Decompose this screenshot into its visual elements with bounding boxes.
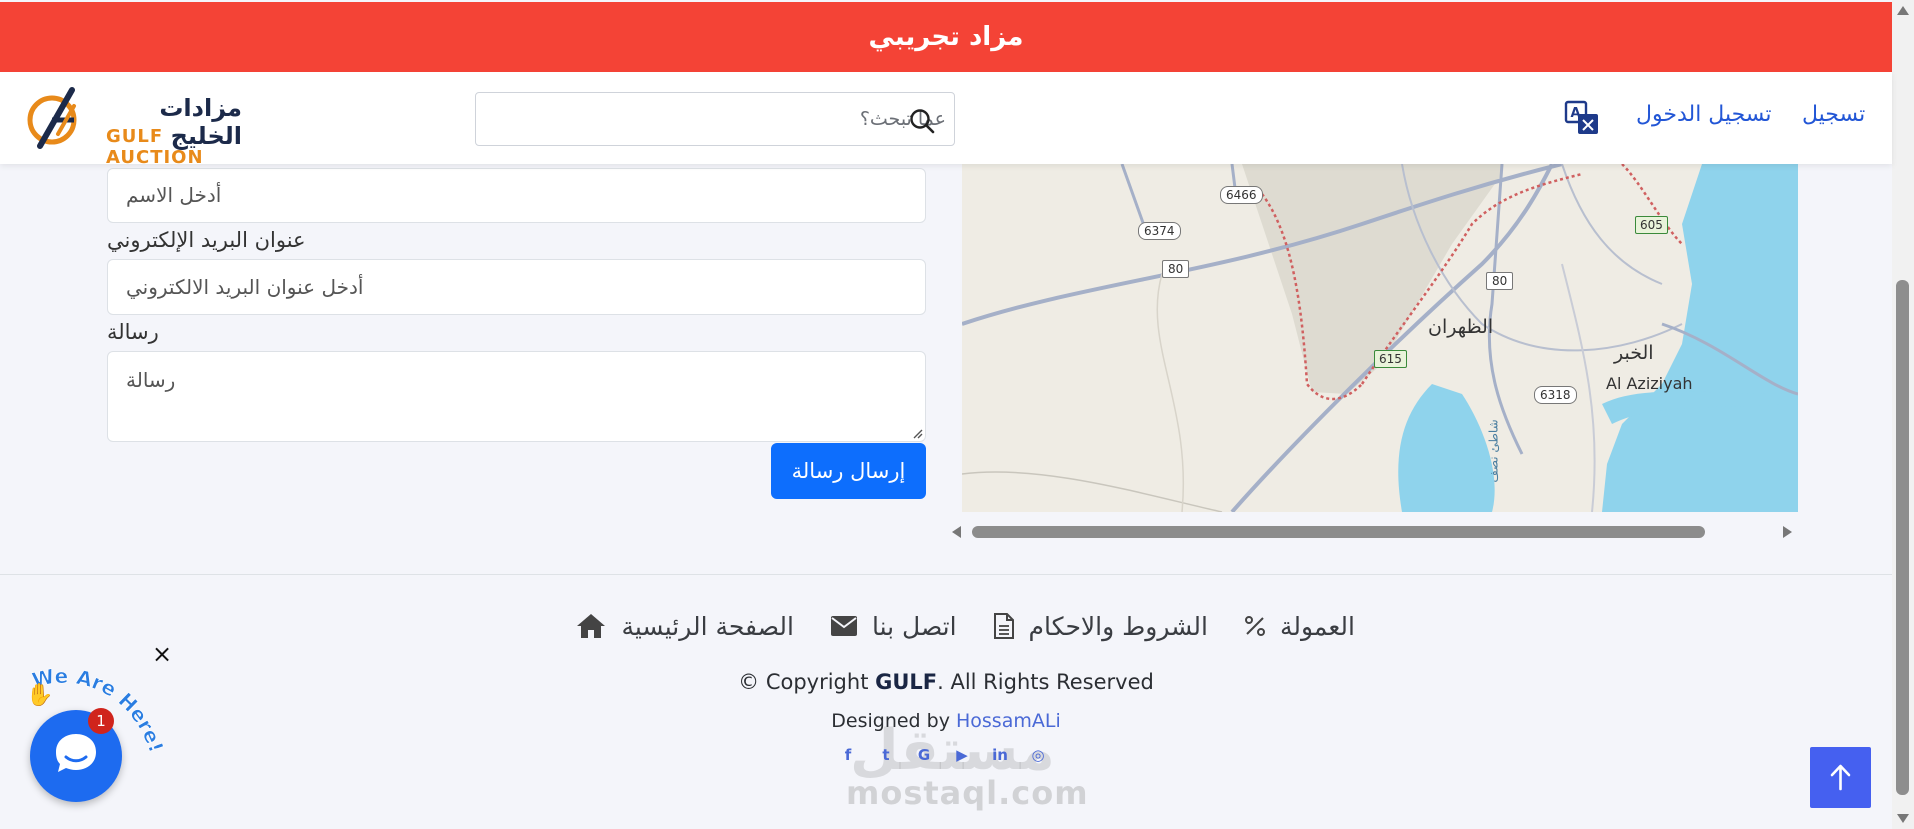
email-label: عنوان البريد الإلكتروني [107,228,306,252]
road-shield: 80 [1486,272,1514,290]
top-banner: مزاد تجريبي [0,2,1892,72]
map-label-aziziyah: Al Aziziyah [1606,374,1693,393]
copyright-suffix: . All Rights Reserved [937,670,1154,694]
translate-icon[interactable]: A [1564,100,1600,136]
message-label: رسالة [107,320,159,344]
map-label-shore: شاطئ نصف [1486,419,1501,483]
scroll-left-icon[interactable] [952,526,961,538]
footer-label-home: الصفحة الرئيسية [621,611,794,641]
footer-link-terms[interactable]: الشروط والاحكام [993,612,1208,641]
map-label-khobar: الخبر [1614,342,1654,364]
copyright-text: © Copyright GULF. All Rights Reserved [0,670,1892,694]
message-textarea[interactable]: رسالة [107,351,926,442]
name-field[interactable]: أدخل الاسم [107,168,926,223]
chat-close-icon[interactable]: × [152,640,172,668]
arrow-up-icon [1830,764,1851,791]
copyright-prefix: © Copyright [738,670,876,694]
search-input[interactable] [546,93,946,145]
map-canvas [962,164,1798,512]
percent-icon [1244,616,1265,636]
email-placeholder: أدخل عنوان البريد الالكتروني [126,275,364,299]
road-shield: 615 [1374,350,1407,368]
watermark-en: mostaql.com [846,774,1089,812]
footer-divider [0,574,1892,575]
wave-hand-icon: ✋ [26,682,53,708]
banner-title: مزاد تجريبي [868,22,1024,52]
resize-handle-icon[interactable] [911,427,923,439]
road-shield: 6318 [1534,386,1577,404]
back-to-top-button[interactable] [1810,747,1871,808]
footer-link-contact[interactable]: اتصل بنا [830,612,957,641]
message-placeholder: رسالة [126,368,176,392]
name-placeholder: أدخل الاسم [126,183,222,207]
dribbble-icon[interactable]: ◎ [1028,746,1048,768]
twitter-icon[interactable]: t [876,746,896,768]
logo-text-en: GULF AUCTION [106,126,204,168]
location-map[interactable]: 6466 6374 80 80 615 605 6318 الظهران الخ… [962,164,1798,512]
send-message-button[interactable]: إرسال رسالة [771,443,926,499]
scrollbar-thumb[interactable] [972,526,1705,538]
register-link[interactable]: تسجيل [1802,102,1865,127]
email-field[interactable]: أدخل عنوان البريد الالكتروني [107,259,926,315]
page-vertical-scrollbar[interactable] [1892,0,1914,829]
footer-link-home[interactable]: الصفحة الرئيسية [575,612,794,641]
document-icon [993,613,1014,639]
map-horizontal-scrollbar[interactable] [950,520,1800,544]
search-icon[interactable] [908,107,936,135]
road-shield: 605 [1635,216,1668,234]
footer-label-contact: اتصل بنا [871,611,957,641]
footer-label-commission: العمولة [1279,611,1355,641]
site-header: مزادات الخليج GULF AUCTION A تسجيل الدخو… [0,72,1892,168]
home-icon [577,614,606,638]
map-label-dhahran: الظهران [1428,316,1494,338]
logo-mark-icon [27,87,77,149]
road-shield: 6466 [1220,186,1263,204]
copyright-brand: GULF [875,670,938,694]
search-box [475,92,955,146]
envelope-icon [830,616,857,636]
site-logo[interactable]: مزادات الخليج GULF AUCTION [22,84,242,168]
youtube-icon[interactable]: ▶ [952,746,972,768]
chat-unread-badge: 1 [88,708,114,734]
login-link[interactable]: تسجيل الدخول [1636,102,1772,127]
scroll-down-icon[interactable] [1897,814,1909,823]
footer-label-terms: الشروط والاحكام [1028,611,1208,641]
linkedin-icon[interactable]: in [990,746,1010,768]
google-icon[interactable]: G [914,746,934,768]
social-links: f t G ▶ in ◎ [838,746,1048,768]
footer-link-commission[interactable]: العمولة [1244,612,1355,641]
page-scrollbar-thumb[interactable] [1896,280,1909,795]
footer-nav: العمولة الشروط والاحكام اتصل بنا الصفحة … [535,604,1355,648]
road-shield: 80 [1162,260,1190,278]
road-shield: 6374 [1138,222,1181,240]
scroll-up-icon[interactable] [1897,6,1909,15]
facebook-icon[interactable]: f [838,746,858,768]
scroll-right-icon[interactable] [1783,526,1792,538]
